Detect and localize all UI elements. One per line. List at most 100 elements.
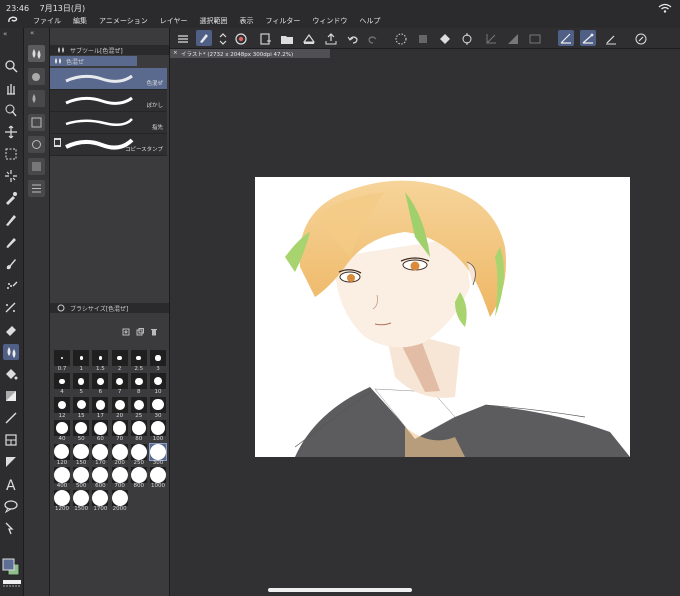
move-icon[interactable] [3,124,19,140]
pen-icon[interactable] [3,212,19,228]
menu-file[interactable]: ファイル [33,16,61,26]
ruler-icon[interactable] [528,31,542,45]
brush-icon[interactable] [3,256,19,272]
brush-size-cell[interactable] [111,373,128,390]
brush-size-cell[interactable] [73,373,90,390]
open-folder-icon[interactable] [280,31,294,45]
brush-size-cell[interactable] [54,420,70,437]
brush-size-cell[interactable] [92,490,109,507]
menu-animation[interactable]: アニメーション [99,16,148,26]
brush-size-cell[interactable] [111,396,128,413]
history-icon[interactable] [28,180,45,197]
brush-size-cell[interactable] [92,420,109,437]
menu-view[interactable]: 表示 [240,16,254,26]
copy-subtool-icon[interactable] [122,321,130,336]
color-selector[interactable] [2,558,22,590]
menu-selection[interactable]: 選択範囲 [200,16,228,26]
brush-shape-icon[interactable] [28,136,45,153]
undo-icon[interactable] [346,31,360,45]
brush-size-cell[interactable] [54,373,70,390]
pencil-icon[interactable] [3,234,19,250]
close-tab-icon[interactable]: × [173,50,178,56]
brush-size-cell[interactable] [150,350,166,366]
collapse-icon[interactable]: « [3,30,19,38]
brush-size-cell[interactable] [73,490,90,507]
menu-help[interactable]: ヘルプ [359,16,380,26]
quick-access-icon[interactable] [196,30,212,46]
brush-size-cell[interactable] [54,396,70,413]
blend-tool-icon[interactable] [3,344,19,360]
app-logo-icon[interactable] [7,15,19,25]
frame-icon[interactable] [3,432,19,448]
brush-size-cell[interactable] [111,420,128,437]
menu-filter[interactable]: フィルター [266,16,301,26]
figure-icon[interactable] [3,410,19,426]
blend-group-icon[interactable] [28,45,45,62]
deselect-icon[interactable] [394,31,408,45]
brush-size-cell[interactable] [111,467,128,483]
new-file-icon[interactable] [258,31,272,45]
clear-icon[interactable] [416,31,430,45]
brush-size-cell[interactable] [130,467,147,483]
brush-size-cell[interactable] [92,373,109,390]
brush-size-cell[interactable] [130,443,147,460]
redo-icon[interactable] [366,31,380,45]
brush-size-cell[interactable] [73,350,90,366]
selection-icon[interactable] [3,146,19,162]
pen-settings-icon[interactable] [604,31,618,45]
brush-size-cell[interactable] [150,373,166,390]
brush-size-cell[interactable] [73,443,90,460]
auto-select-icon[interactable] [3,168,19,184]
brush-size-cell[interactable] [73,396,90,413]
ruler-tool-icon[interactable] [3,454,19,470]
subtool-item-finger[interactable]: 指先 [50,112,167,134]
balloon-icon[interactable] [3,498,19,514]
trash-icon[interactable] [150,321,158,336]
subtool-group-tab[interactable]: 色混ぜ [50,56,137,66]
document-tab[interactable]: × イラスト* (2732 x 2048px 300dpi 47.2%) [170,49,330,58]
brush-size-cell[interactable] [92,443,109,460]
finger-group-icon[interactable] [28,90,45,107]
brush-size-cell[interactable] [73,420,90,437]
brush-size-cell[interactable] [150,420,166,437]
rotate-icon[interactable] [634,31,648,45]
brush-size-cell[interactable] [130,396,147,413]
canvas-area[interactable]: × イラスト* (2732 x 2048px 300dpi 47.2%) [170,49,680,596]
eraser-icon[interactable] [3,322,19,338]
brush-size-cell[interactable] [130,373,147,390]
menu-window[interactable]: ウィンドウ [312,16,347,26]
color-icon[interactable] [234,31,248,45]
brush-size-cell[interactable] [150,467,166,483]
brush-size-cell[interactable] [111,443,128,460]
brush-size-cell[interactable] [54,490,70,507]
gradient-icon[interactable] [506,31,520,45]
menu-icon[interactable] [176,31,190,45]
brush-size-cell[interactable] [149,442,167,461]
crop-icon[interactable] [484,31,498,45]
duplicate-icon[interactable] [136,321,144,336]
export-icon[interactable] [324,31,338,45]
property-icon[interactable] [28,114,45,131]
brush-size-cell[interactable] [130,420,147,437]
airbrush-icon[interactable] [3,278,19,294]
artwork-canvas[interactable] [255,177,630,457]
brush-size-cell[interactable] [54,350,70,366]
correct-line-icon[interactable] [3,520,19,536]
brush-size-cell[interactable] [111,350,128,366]
eyedropper-icon[interactable] [3,190,19,206]
subtool-item-blend[interactable]: 色混ぜ [50,68,167,90]
fill-icon[interactable] [438,31,452,45]
blur-group-icon[interactable] [28,68,45,85]
brush-size-cell[interactable] [54,443,70,460]
text-icon[interactable]: A [3,476,19,494]
hand-icon[interactable] [3,80,19,96]
save-icon[interactable] [302,31,316,45]
fill-bucket-icon[interactable] [3,366,19,382]
brush-size-cell[interactable] [92,396,109,413]
brush-size-cell[interactable] [150,396,166,413]
collapse-icon-2[interactable]: « [30,29,34,37]
home-indicator[interactable] [268,588,412,592]
transform-icon[interactable] [460,31,474,45]
pen-pressure-icon[interactable] [580,30,596,46]
subtool-item-copy-stamp[interactable]: コピースタンプ [50,134,167,156]
